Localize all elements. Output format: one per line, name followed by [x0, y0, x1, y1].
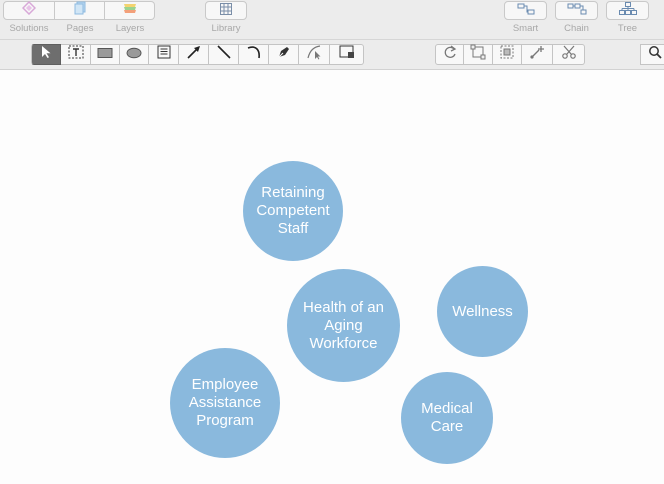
bubble-retaining-competent-staff[interactable]: Retaining Competent Staff: [243, 161, 343, 261]
text-tool[interactable]: [61, 44, 91, 65]
arrow-line-icon: [186, 44, 202, 65]
container-tool[interactable]: [330, 44, 364, 65]
library-button[interactable]: Library: [205, 1, 247, 34]
drawing-canvas[interactable]: Retaining Competent Staff Health of an A…: [0, 70, 664, 484]
ellipse-tool[interactable]: [120, 44, 149, 65]
chain-icon: [567, 2, 587, 20]
smart-button[interactable]: Smart: [504, 1, 547, 34]
note-tool[interactable]: [149, 44, 179, 65]
search-icon: [648, 45, 662, 64]
rectangle-icon: [97, 46, 113, 64]
tree-button[interactable]: Tree: [606, 1, 649, 34]
connector-tools: [435, 44, 585, 65]
solutions-button[interactable]: Solutions: [3, 0, 55, 34]
library-label: Library: [211, 23, 241, 34]
line-tool[interactable]: [209, 44, 239, 65]
smart-label: Smart: [512, 23, 539, 34]
pages-icon: [73, 1, 87, 20]
layers-button[interactable]: Layers: [105, 1, 155, 34]
chain-button[interactable]: Chain: [555, 1, 598, 34]
note-icon: [157, 45, 171, 64]
pages-button[interactable]: Pages: [55, 1, 105, 34]
layers-icon: [122, 1, 138, 20]
scissors-tool[interactable]: [553, 44, 585, 65]
bubble-medical-care[interactable]: Medical Care: [401, 372, 493, 464]
bezier-tool[interactable]: [299, 44, 330, 65]
top-toolbar: Solutions Pages Layers Library Smart Cha…: [0, 0, 664, 40]
container-icon: [339, 45, 355, 64]
search-group: [640, 44, 664, 65]
pen-tool[interactable]: [269, 44, 299, 65]
add-point-icon: [529, 44, 545, 65]
arrow-pointer-icon: [40, 45, 52, 64]
ellipse-icon: [126, 46, 142, 64]
tree-label: Tree: [617, 23, 638, 34]
solutions-label: Solutions: [9, 23, 49, 34]
pages-label: Pages: [66, 23, 94, 34]
library-group: Library: [205, 1, 247, 34]
pen-icon: [276, 44, 292, 65]
bubble-employee-assistance-program[interactable]: Employee Assistance Program: [170, 348, 280, 458]
tree-icon: [618, 1, 637, 20]
group-icon: [499, 44, 515, 65]
layers-label: Layers: [115, 23, 145, 34]
select-tool[interactable]: [31, 44, 61, 65]
connector-mode-group: Smart Chain Tree: [504, 1, 649, 34]
crop-tool[interactable]: [464, 44, 493, 65]
chain-label: Chain: [564, 23, 589, 34]
line-icon: [216, 44, 232, 65]
bubble-health-of-aging-workforce[interactable]: Health of an Aging Workforce: [287, 269, 400, 382]
group-tool[interactable]: [493, 44, 522, 65]
arrow-tool[interactable]: [179, 44, 209, 65]
text-box-icon: [68, 45, 84, 64]
rectangle-tool[interactable]: [91, 44, 120, 65]
scissors-icon: [561, 44, 577, 65]
bubble-wellness[interactable]: Wellness: [437, 266, 528, 357]
rotate-icon: [442, 44, 458, 65]
bezier-icon: [306, 44, 322, 65]
arc-icon: [246, 44, 262, 65]
solutions-icon: [21, 0, 37, 20]
add-point-tool[interactable]: [522, 44, 553, 65]
panel-toggle-group: Solutions Pages Layers: [3, 0, 155, 34]
search-button[interactable]: [640, 44, 664, 65]
drawing-toolbar: [0, 40, 664, 70]
drawing-tools: [31, 44, 364, 65]
library-icon: [220, 2, 232, 20]
rotate-tool[interactable]: [435, 44, 464, 65]
smart-connector-icon: [517, 2, 535, 20]
arc-tool[interactable]: [239, 44, 269, 65]
crop-icon: [470, 44, 486, 65]
